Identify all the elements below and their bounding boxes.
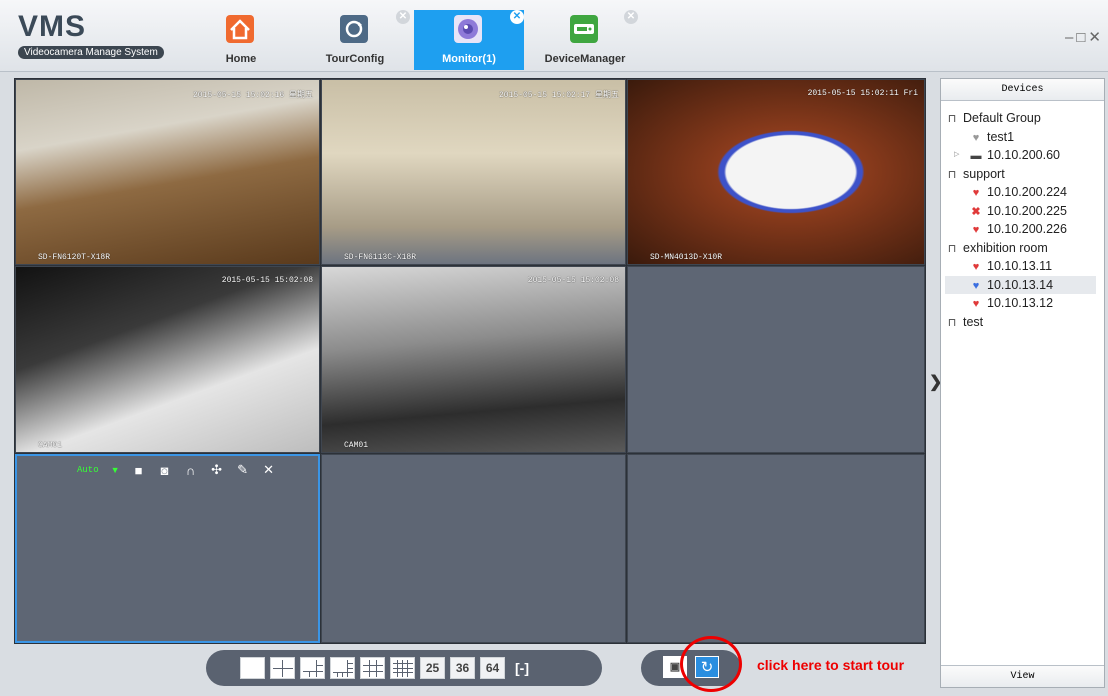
close-icon[interactable]: ✕ [396,10,410,24]
group-icon: ⊓ [947,316,957,329]
snapshot-icon[interactable]: ◙ [158,463,172,478]
tab-devicemanager-label: DeviceManager [544,53,626,65]
fullscreen-icon[interactable]: [-] [510,657,534,679]
camera-icon: ♥ [972,187,980,199]
close-icon[interactable]: ✕ [510,10,524,24]
device-tree: ⊓ Default Group ♥ test1 ▷ ▬ 10.10.200.60 ⊓ su… [945,109,1102,331]
camera-icon: ♥ [972,261,980,273]
camera-icon: ♥ [972,279,980,292]
video-cell-4[interactable]: 2015-05-15 15:02:08 CAM01 [15,266,320,453]
tour-hint-text: click here to start tour [757,657,905,673]
offline-icon: ✖ [971,205,981,218]
camera-icon: ♥ [972,224,980,236]
video-cell-9[interactable] [627,454,925,643]
video-timestamp: 2015-05-15 15:02:17 星期五 [498,91,619,100]
layout-6-button[interactable] [300,657,325,679]
layout-36-button[interactable]: 36 [450,657,475,679]
camera-lens-icon [454,15,482,43]
video-timestamp: 2015-05-15 15:02:08 [527,276,619,285]
tree-device[interactable]: ✖ 10.10.200.225 [945,202,1102,221]
device-icon [570,15,598,43]
layout-16-button[interactable] [390,657,415,679]
color-adjust-icon[interactable]: ✎ [236,462,250,478]
devices-panel-header: Devices [941,79,1104,101]
app-subtitle: Videocamera Manage System [18,46,164,59]
video-cell-3[interactable]: 2015-05-15 15:02:11 Fri SD-MN4013D-X10R [627,79,925,265]
tree-device[interactable]: ♥ 10.10.13.12 [945,294,1102,313]
tree-device[interactable]: ♥ 10.10.13.11 [945,257,1102,276]
layout-toolbar: 25 36 64 [-] [206,650,602,686]
camera-name: SD-MN4013D-X10R [650,253,723,262]
video-cell-5[interactable]: 2015-05-15 15:02:08 CAM01 [321,266,626,453]
video-timestamp: 2015-05-15 15:02:16 星期五 [192,91,313,100]
tree-group[interactable]: ⊓ test [945,313,1102,332]
video-timestamp: 2015-05-15 15:02:11 Fri [807,89,918,98]
video-cell-8[interactable] [321,454,626,643]
camera-name: CAM01 [344,441,369,450]
video-grid: 2015-05-15 15:02:16 星期五 SD-FN6120T-X18R … [14,78,926,644]
camera-icon: ♥ [972,131,980,144]
devices-panel: Devices ⊓ Default Group ♥ test1 ▷ ▬ 10.10.20… [940,78,1105,688]
camera-name: SD-FN6120T-X18R [38,253,111,262]
video-cell-7[interactable]: Auto ▼ ■ ◙ ∩ ✣ ✎ ✕ [15,454,320,643]
home-icon [226,15,254,43]
tree-device[interactable]: ♥ test1 [945,128,1102,147]
minimize-icon[interactable]: – [1065,29,1076,46]
video-timestamp: 2015-05-15 15:02:08 [221,276,313,285]
close-icon[interactable]: ✕ [262,462,276,478]
tree-device[interactable]: ♥ 10.10.200.224 [945,183,1102,202]
video-cell-6[interactable] [627,266,925,453]
close-icon[interactable]: ✕ [624,10,638,24]
tab-home[interactable]: Home [186,10,296,68]
tree-device[interactable]: ▷ ▬ 10.10.200.60 [945,146,1102,165]
app-header: VMS Videocamera Manage System Home TourC… [0,0,1108,72]
group-icon: ⊓ [947,242,957,255]
layout-4-button[interactable] [270,657,295,679]
group-icon: ⊓ [947,113,957,125]
audio-icon[interactable]: ∩ [184,463,198,478]
cell-toolbar: Auto ▼ ■ ◙ ∩ ✣ ✎ ✕ [77,462,276,478]
group-icon: ⊓ [947,168,957,181]
record-icon[interactable]: ■ [132,463,146,478]
camera-name: SD-FN6113C-X18R [344,253,417,262]
tab-home-label: Home [225,53,257,65]
close-window-icon[interactable]: ✕ [1088,29,1104,46]
tab-monitor[interactable]: Monitor(1) ✕ [414,10,524,70]
layout-1-button[interactable] [240,657,265,679]
highlight-circle [680,636,742,692]
view-button[interactable]: View [941,665,1104,687]
maximize-icon[interactable]: □ [1076,29,1088,46]
tab-monitor-label: Monitor(1) [442,53,496,65]
tab-tourconfig-label: TourConfig [325,53,385,65]
nvr-icon: ▬ [970,150,982,162]
layout-25-button[interactable]: 25 [420,657,445,679]
tree-device[interactable]: ♥ 10.10.13.14 [945,275,1096,294]
video-cell-1[interactable]: 2015-05-15 15:02:16 星期五 SD-FN6120T-X18R [15,79,320,265]
tree-device[interactable]: ♥ 10.10.200.226 [945,220,1102,239]
app-logo: VMS Videocamera Manage System [18,12,164,60]
chevron-down-icon[interactable]: ▼ [111,465,120,475]
tree-group[interactable]: ⊓ support [945,165,1102,184]
tab-tourconfig[interactable]: TourConfig ✕ [300,10,410,68]
layout-64-button[interactable]: 64 [480,657,505,679]
stream-select[interactable]: Auto [77,465,99,475]
camera-name: CAM01 [38,441,63,450]
tree-group[interactable]: ⊓ Default Group [945,109,1102,128]
camera-icon: ♥ [972,298,980,310]
tree-group[interactable]: ⊓ exhibition room [945,239,1102,258]
tab-devicemanager[interactable]: DeviceManager ✕ [530,10,640,68]
layout-8-button[interactable] [330,657,355,679]
layout-9-button[interactable] [360,657,385,679]
refresh-icon [340,15,368,43]
app-title: VMS [18,10,87,43]
expand-icon[interactable]: ▷ [954,146,959,165]
window-controls: –□✕ [1065,28,1104,46]
video-cell-2[interactable]: 2015-05-15 15:02:17 星期五 SD-FN6113C-X18R [321,79,626,265]
ptz-icon[interactable]: ✣ [210,462,224,478]
